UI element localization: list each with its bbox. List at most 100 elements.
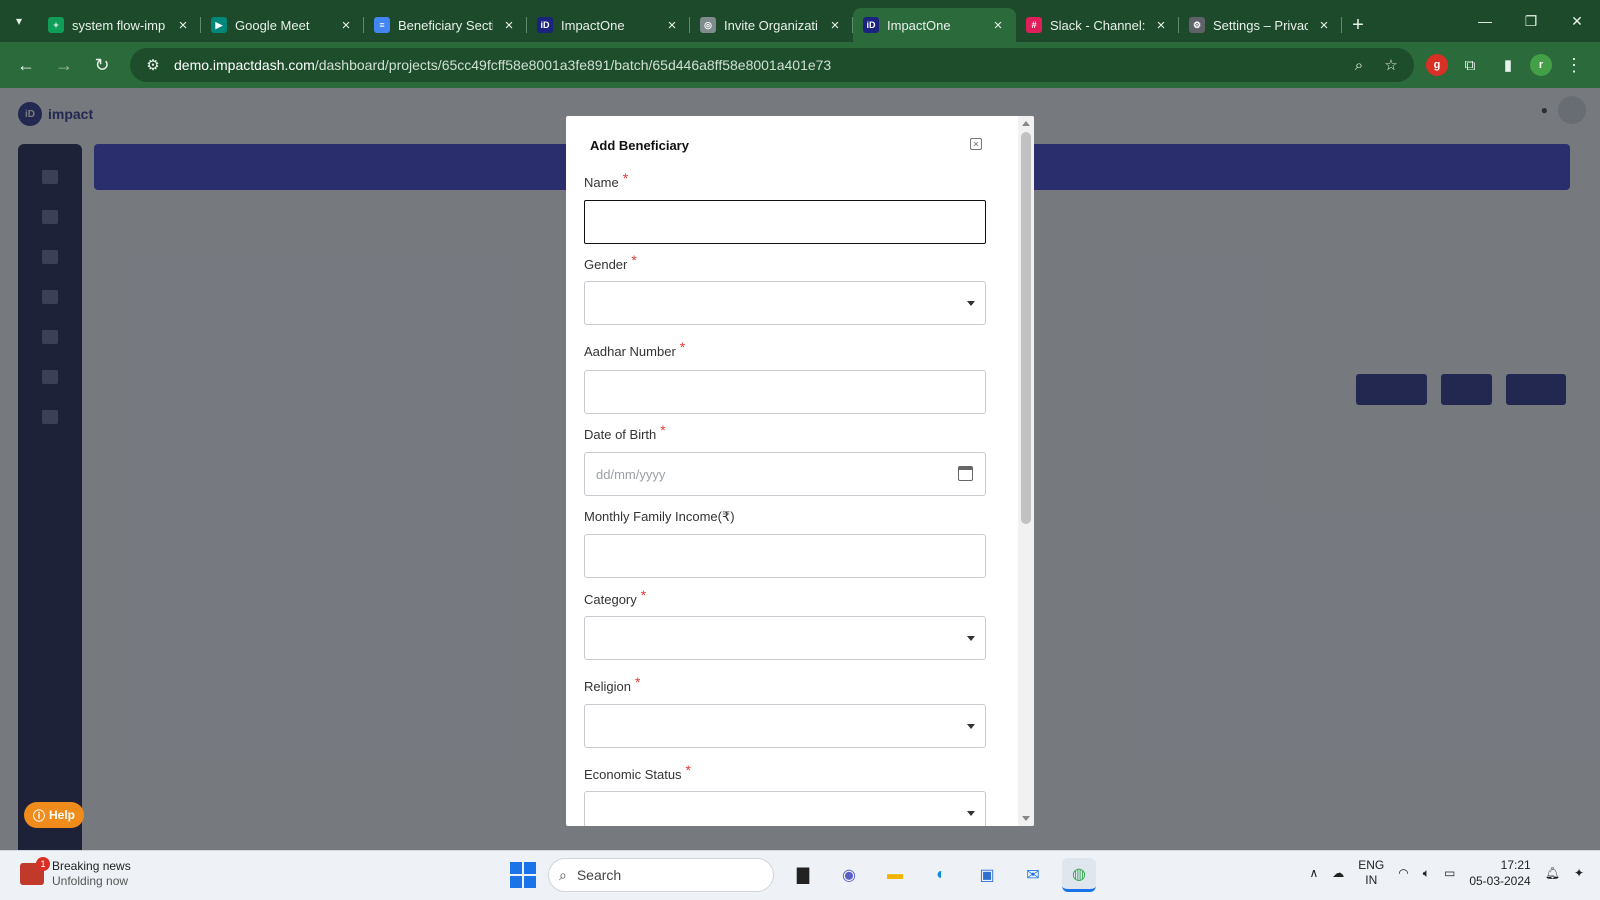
language-indicator[interactable]: ENG IN xyxy=(1358,858,1384,888)
zoom-icon[interactable]: ⌕ xyxy=(1348,57,1370,74)
back-button[interactable]: ← xyxy=(10,49,42,81)
economic-label-text: Economic Status xyxy=(584,767,682,782)
restore-button[interactable]: ❐ xyxy=(1508,0,1554,42)
volume-icon[interactable]: 🔈︎ xyxy=(1423,866,1430,881)
clock-time: 17:21 xyxy=(1500,858,1531,872)
browser-tab[interactable]: ≡ Beneficiary Secti × xyxy=(364,8,527,42)
scroll-up-arrow-icon[interactable] xyxy=(1022,121,1030,126)
show-hidden-icons-chevron-icon[interactable]: ∧ xyxy=(1309,866,1318,880)
dob-placeholder: dd/mm/yyyy xyxy=(596,467,666,482)
bookmark-star-icon[interactable]: ☆ xyxy=(1380,56,1402,74)
microsoft-store-icon[interactable]: ▣ xyxy=(970,858,1004,892)
help-label: Help xyxy=(49,808,76,822)
grammarly-extension-icon[interactable]: g xyxy=(1426,54,1448,76)
task-view-icon[interactable]: ▇ xyxy=(786,858,820,892)
clock[interactable]: 17:21 05-03-2024 xyxy=(1469,857,1530,889)
close-tab-icon[interactable]: × xyxy=(175,17,191,34)
browser-tab[interactable]: + system flow-imp × xyxy=(38,8,201,42)
close-icon[interactable]: × xyxy=(970,138,982,150)
side-panel-icon[interactable]: ▮ xyxy=(1492,49,1524,81)
calendar-icon[interactable] xyxy=(958,466,973,481)
profile-avatar-icon[interactable]: r xyxy=(1530,54,1552,76)
tab-title: system flow-imp xyxy=(72,17,166,33)
required-marker: * xyxy=(634,674,641,690)
browser-tab[interactable]: ▶ Google Meet × xyxy=(201,8,364,42)
monthly-income-input[interactable] xyxy=(584,534,986,578)
close-tab-icon[interactable]: × xyxy=(827,17,843,34)
browser-tab[interactable]: ⚙ Settings – Privac × xyxy=(1179,8,1342,42)
browser-tab[interactable]: iD ImpactOne × xyxy=(527,8,690,42)
name-input[interactable] xyxy=(584,200,986,244)
gender-label: Gender * xyxy=(584,252,637,272)
window-controls: — ❐ ✕ xyxy=(1462,0,1600,42)
dob-label-text: Date of Birth xyxy=(584,427,657,442)
new-tab-button[interactable]: + xyxy=(1342,8,1374,42)
close-tab-icon[interactable]: × xyxy=(1316,17,1332,34)
notifications-bell-icon[interactable]: 🔔︎ xyxy=(1545,866,1560,880)
modal-scrollbar[interactable] xyxy=(1018,116,1034,826)
site-info-icon[interactable]: ⚙ xyxy=(142,56,164,74)
chevron-down-icon xyxy=(967,724,975,729)
browser-tab-bar: ▾ + system flow-imp × ▶ Google Meet × ≡ Benefic… xyxy=(0,0,1600,42)
lang-top: ENG xyxy=(1358,858,1385,872)
close-tab-icon[interactable]: × xyxy=(338,17,354,34)
aadhar-number-input[interactable] xyxy=(584,370,986,414)
impactone-icon: iD xyxy=(537,17,553,33)
battery-icon[interactable]: ▭ xyxy=(1444,866,1455,880)
tab-title: Google Meet xyxy=(235,17,310,33)
minimize-button[interactable]: — xyxy=(1462,0,1508,42)
required-marker: * xyxy=(631,252,637,268)
system-tray: ∧ ☁ ENG IN ◠ 🔈︎ ▭ 17:21 05-03-2024 🔔︎ ✦ xyxy=(1309,857,1584,889)
scroll-down-arrow-icon[interactable] xyxy=(1022,816,1030,821)
forward-button[interactable]: → xyxy=(48,49,80,81)
tab-title: Invite Organizati xyxy=(724,17,818,33)
url-text[interactable]: demo.impactdash.com/dashboard/projects/6… xyxy=(174,57,1338,73)
income-label: Monthly Family Income(₹) xyxy=(584,509,735,524)
category-select[interactable] xyxy=(584,616,986,660)
copilot-icon[interactable]: ✦ xyxy=(1574,866,1584,880)
teams-chat-icon[interactable]: ◉ xyxy=(832,858,866,892)
browser-toolbar: ← → ↻ ⚙ demo.impactdash.com/dashboard/pr… xyxy=(0,42,1600,88)
news-title: Breaking news xyxy=(52,859,131,873)
dob-label: Date of Birth * xyxy=(584,422,666,442)
file-explorer-icon[interactable]: ▬ xyxy=(878,858,912,892)
chevron-down-icon xyxy=(967,636,975,641)
browser-tab[interactable]: iD ImpactOne × xyxy=(853,8,1016,42)
extensions-icon[interactable]: ⧉ xyxy=(1454,49,1486,81)
reload-button[interactable]: ↻ xyxy=(86,49,118,81)
windows-start-icon[interactable] xyxy=(510,862,536,888)
religion-select[interactable] xyxy=(584,704,986,748)
close-tab-icon[interactable]: × xyxy=(501,17,517,34)
tab-search-menu[interactable]: ▾ xyxy=(0,0,38,42)
chevron-down-icon xyxy=(967,811,975,816)
address-bar[interactable]: ⚙ demo.impactdash.com/dashboard/projects… xyxy=(130,48,1414,82)
browser-tab[interactable]: ◎ Invite Organizati × xyxy=(690,8,853,42)
news-widget[interactable]: 1 Breaking news Unfolding now xyxy=(20,857,131,889)
aadhar-label-text: Aadhar Number xyxy=(584,344,676,359)
close-tab-icon[interactable]: × xyxy=(990,17,1006,34)
religion-label: Religion * xyxy=(584,674,640,694)
economic-status-select[interactable] xyxy=(584,791,986,826)
close-tab-icon[interactable]: × xyxy=(664,17,680,34)
close-window-button[interactable]: ✕ xyxy=(1554,0,1600,42)
help-button[interactable]: ⓘ Help xyxy=(24,802,84,828)
economic-status-label: Economic Status * xyxy=(584,762,691,782)
chrome-menu-icon[interactable]: ⋮ xyxy=(1558,49,1590,81)
gender-select[interactable] xyxy=(584,281,986,325)
wifi-icon[interactable]: ◠ xyxy=(1398,866,1408,880)
scrollbar-thumb[interactable] xyxy=(1021,132,1031,524)
mail-icon[interactable]: ✉ xyxy=(1016,858,1050,892)
taskbar-apps: ⌕ Search ▇ ◉ ▬ ◐ ▣ ✉ ◍ xyxy=(510,858,1096,892)
browser-tab[interactable]: # Slack - Channel: × xyxy=(1016,8,1179,42)
chrome-taskbar-icon[interactable]: ◍ xyxy=(1062,858,1096,892)
edge-browser-icon[interactable]: ◐ xyxy=(924,858,958,892)
required-marker: * xyxy=(660,422,666,438)
tab-title: Slack - Channel: xyxy=(1050,17,1145,33)
modal-title: Add Beneficiary xyxy=(590,138,689,153)
tab-title: ImpactOne xyxy=(887,17,951,33)
onedrive-icon[interactable]: ☁ xyxy=(1332,866,1344,880)
religion-label-text: Religion xyxy=(584,679,631,694)
date-of-birth-input[interactable]: dd/mm/yyyy xyxy=(584,452,986,496)
taskbar-search[interactable]: ⌕ Search xyxy=(548,858,774,892)
close-tab-icon[interactable]: × xyxy=(1153,17,1169,34)
